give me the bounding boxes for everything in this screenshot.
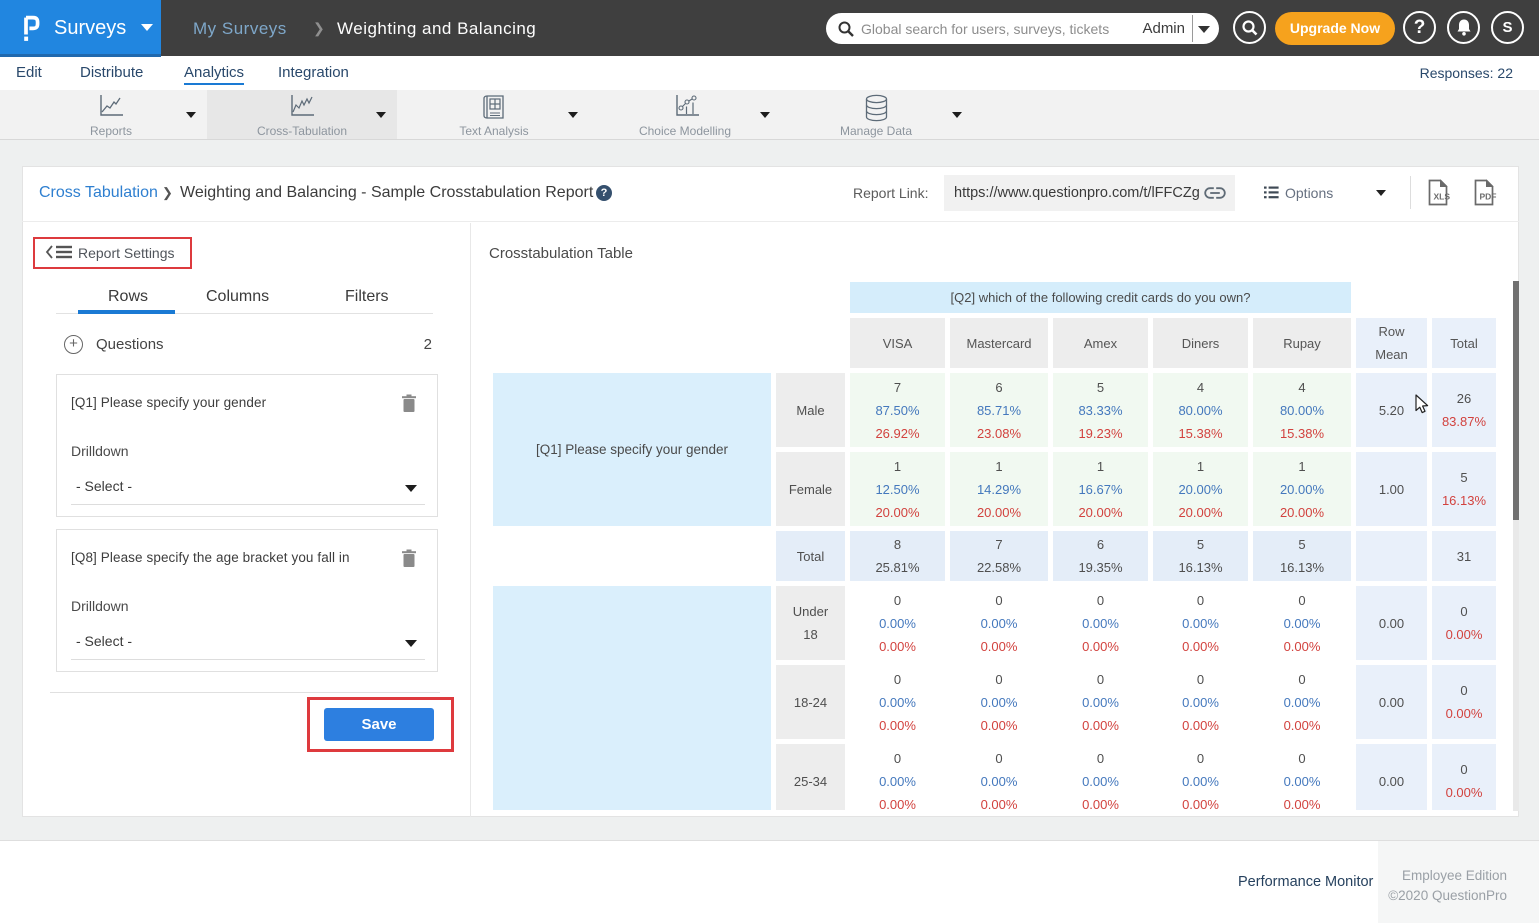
svg-text:XLS: XLS [1434, 192, 1451, 202]
svg-text:PDF: PDF [1480, 192, 1497, 202]
